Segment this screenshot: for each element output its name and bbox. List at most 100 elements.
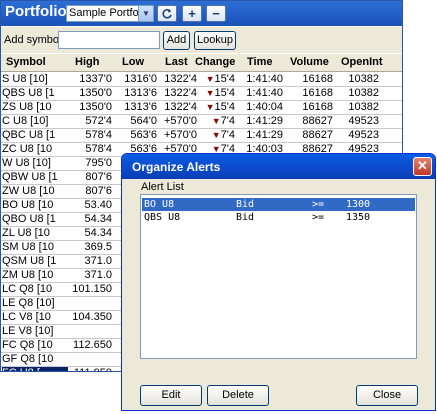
dialog-titlebar[interactable]: Organize Alerts ✕ [122, 154, 435, 179]
cell-volume: 16168 [302, 73, 333, 85]
cell-low: 564'0 [130, 115, 157, 127]
alert-value: 1350 [346, 212, 371, 223]
cell-symbol: ZM U8 [10 [2, 269, 54, 281]
cell-symbol: ZS U8 [10 [2, 101, 52, 113]
cell-symbol: S U8 [10] [2, 73, 48, 85]
cell-change: ▼15'4 [197, 73, 235, 85]
column-header-symbol[interactable]: Symbol [6, 56, 46, 68]
cell-high: 795'0 [85, 157, 112, 169]
refresh-button[interactable] [157, 5, 177, 22]
cell-symbol: FC U8 [ [2, 367, 68, 371]
down-arrow-icon: ▼ [205, 74, 215, 84]
alert-list[interactable]: BO U8 Bid >= 1300 QBS U8 Bid >= 1350 [140, 194, 417, 359]
cell-symbol: QBS U8 [1 [2, 87, 55, 99]
chevron-down-icon[interactable]: ▼ [138, 6, 153, 21]
alert-symbol: QBS U8 [144, 212, 181, 223]
change-value: 15'4 [214, 73, 235, 85]
cell-change: ▼7'4 [197, 115, 235, 127]
down-arrow-icon: ▼ [211, 116, 221, 126]
edit-alert-button[interactable]: Edit [140, 385, 202, 406]
close-dialog-button[interactable]: Close [356, 385, 418, 406]
cell-last: 1322'4 [164, 73, 197, 85]
cell-symbol: C U8 [10] [2, 115, 49, 127]
cell-high: 1350'0 [79, 101, 112, 113]
alert-field: Bid [236, 212, 255, 223]
cell-symbol: BO U8 [10 [2, 199, 54, 211]
cell-openint: 49523 [348, 129, 379, 141]
cell-change: ▼7'4 [197, 129, 235, 141]
down-arrow-icon: ▼ [205, 102, 215, 112]
column-header-high[interactable]: High [75, 56, 99, 68]
cell-last: +570'0 [164, 115, 197, 127]
down-arrow-icon: ▼ [205, 88, 215, 98]
cell-symbol: LC Q8 [10 [2, 283, 53, 295]
change-value: 15'4 [214, 101, 235, 113]
cell-high: 104.350 [72, 311, 112, 323]
column-header-openint[interactable]: OpenInt [341, 56, 383, 68]
cell-symbol: ZL U8 [10 [2, 227, 50, 239]
column-header-time[interactable]: Time [247, 56, 272, 68]
cell-change: ▼15'4 [197, 87, 235, 99]
portfolio-header: Portfolio Sample Portfolio ▼ + − [1, 1, 402, 26]
cell-high: 371.0 [84, 269, 112, 281]
cell-high: 53.40 [84, 199, 112, 211]
alert-row[interactable]: QBS U8 Bid >= 1350 [142, 211, 415, 224]
cell-last: 1322'4 [164, 87, 197, 99]
cell-high: 578'4 [85, 143, 112, 155]
table-row[interactable]: QBS U8 [1 1350'0 1313'6 1322'4 ▼15'4 1:41:40 1… [1, 86, 402, 101]
alert-field: Bid [236, 199, 255, 210]
cell-time: 1:41:29 [246, 129, 283, 141]
cell-symbol: FC Q8 [10 [2, 339, 53, 351]
cell-time: 1:41:29 [246, 115, 283, 127]
delete-alert-button[interactable]: Delete [207, 385, 269, 406]
dialog-title: Organize Alerts [132, 160, 221, 174]
column-header-last[interactable]: Last [165, 56, 188, 68]
portfolio-select[interactable]: Sample Portfolio ▼ [66, 5, 154, 22]
add-symbol-input[interactable] [58, 31, 160, 49]
cell-last: +570'0 [164, 129, 197, 141]
alert-symbol: BO U8 [144, 199, 175, 210]
cell-openint: 10382 [348, 101, 379, 113]
column-header-volume[interactable]: Volume [290, 56, 329, 68]
lookup-button[interactable]: Lookup [194, 31, 236, 50]
cell-volume: 16168 [302, 101, 333, 113]
add-portfolio-button[interactable]: + [182, 5, 202, 22]
change-value: 7'4 [220, 129, 235, 141]
refresh-icon [162, 9, 172, 19]
cell-high: 54.34 [84, 227, 112, 239]
cell-time: 1:41:40 [246, 73, 283, 85]
table-row[interactable]: QBC U8 [1 578'4 563'6 +570'0 ▼7'4 1:41:29 8862… [1, 128, 402, 143]
add-symbol-toolbar: Add symbol: Add Lookup [1, 27, 402, 53]
alert-row[interactable]: BO U8 Bid >= 1300 [142, 198, 415, 211]
cell-symbol: GF Q8 [10 [2, 353, 54, 365]
cell-high: 1350'0 [79, 87, 112, 99]
cell-openint: 49523 [348, 115, 379, 127]
cell-time: 1:41:40 [246, 87, 283, 99]
table-row[interactable]: C U8 [10] 572'4 564'0 +570'0 ▼7'4 1:41:29 8862… [1, 114, 402, 129]
cell-high: 111.950 [67, 367, 112, 371]
cell-symbol: W U8 [10] [2, 157, 51, 169]
column-header-change[interactable]: Change [195, 56, 235, 68]
cell-high: 54.34 [84, 213, 112, 225]
cell-time: 1:40:04 [246, 101, 283, 113]
remove-portfolio-button[interactable]: − [206, 5, 226, 22]
table-row[interactable]: S U8 [10] 1337'0 1316'0 1322'4 ▼15'4 1:41:40 1… [1, 72, 402, 87]
cell-openint: 10382 [348, 87, 379, 99]
cell-volume: 88627 [302, 115, 333, 127]
cell-high: 807'6 [85, 185, 112, 197]
column-header-low[interactable]: Low [122, 56, 144, 68]
cell-high: 572'4 [85, 115, 112, 127]
cell-symbol: QBC U8 [1 [2, 129, 56, 141]
alert-operator: >= [312, 199, 325, 210]
cell-low: 1313'6 [124, 87, 157, 99]
cell-high: 369.5 [84, 241, 112, 253]
add-button[interactable]: Add [163, 31, 190, 50]
cell-high: 578'4 [85, 129, 112, 141]
close-icon[interactable]: ✕ [413, 157, 432, 176]
add-symbol-label: Add symbol: [4, 34, 65, 46]
table-row[interactable]: ZS U8 [10 1350'0 1313'6 1322'4 ▼15'4 1:40:04 1… [1, 100, 402, 115]
down-arrow-icon: ▼ [211, 130, 221, 140]
cell-symbol: QBW U8 [1 [2, 171, 58, 183]
cell-symbol: SM U8 [10 [2, 241, 54, 253]
cell-high: 101.150 [72, 283, 112, 295]
